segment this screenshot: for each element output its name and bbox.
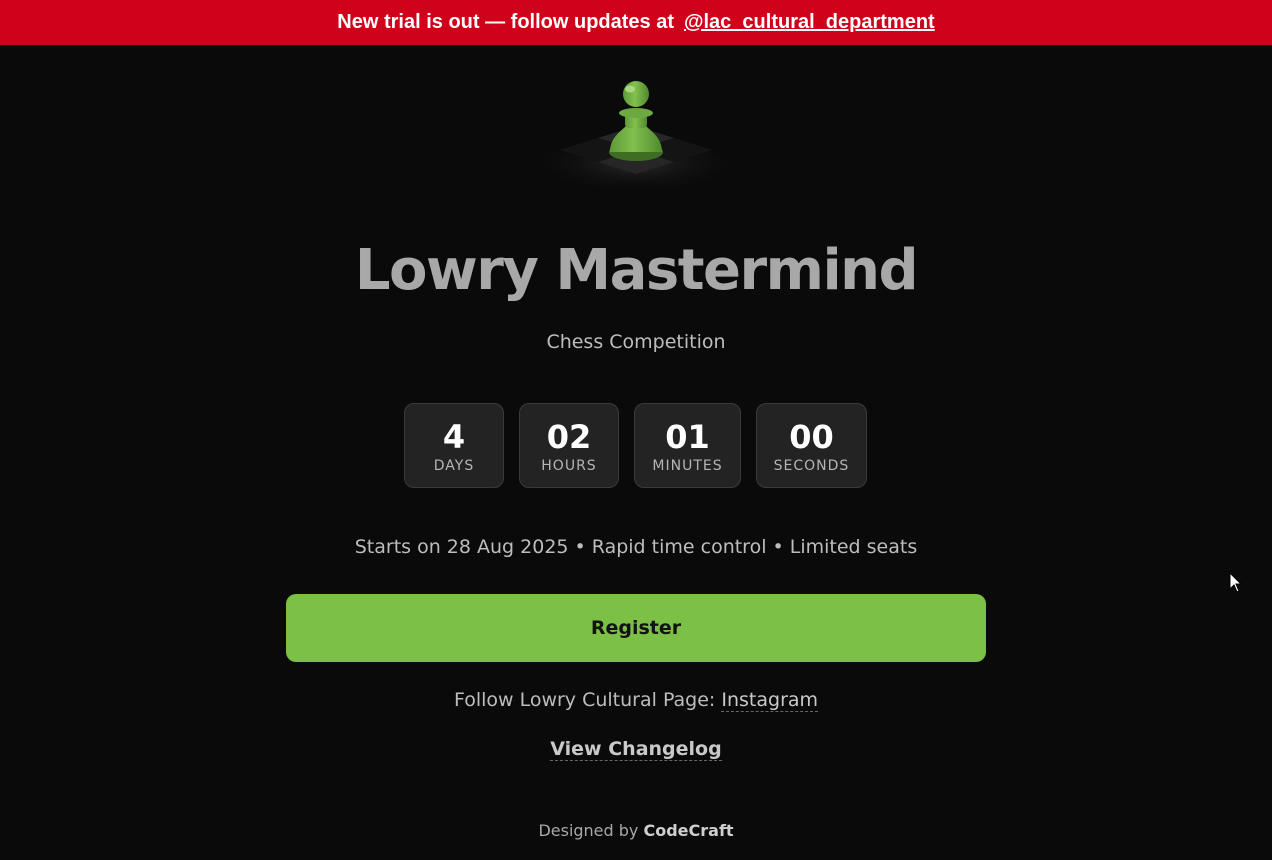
countdown-seconds: 00 SECONDS [756,403,867,488]
footer-brand: CodeCraft [643,821,734,840]
event-details: Starts on 28 Aug 2025 • Rapid time contr… [354,536,918,558]
register-button[interactable]: Register [286,594,986,662]
countdown-label: HOURS [541,457,597,474]
footer-prefix: Designed by [538,821,639,840]
instagram-link[interactable]: Instagram [721,689,819,712]
countdown-label: MINUTES [652,457,723,474]
countdown-value: 02 [546,417,592,456]
changelog-container: View Changelog [0,738,1272,761]
countdown-label: DAYS [433,457,475,474]
countdown-hours: 02 HOURS [519,403,619,488]
event-title: Lowry Mastermind [354,238,919,303]
follow-line: Follow Lowry Cultural Page: Instagram [0,689,1272,712]
footer-credit: Designed by CodeCraft [0,821,1272,840]
countdown-days: 4 DAYS [404,403,504,488]
mouse-cursor-icon [1229,572,1243,593]
instagram-handle-link[interactable]: @lac_cultural_department [684,11,935,34]
countdown-value: 00 [789,417,834,456]
announcement-banner: New trial is out — follow updates at @la… [0,0,1272,45]
announcement-text: New trial is out — follow updates at [337,11,674,33]
countdown-minutes: 01 MINUTES [634,403,741,488]
view-changelog-link[interactable]: View Changelog [550,738,722,761]
countdown-value: 01 [665,417,710,456]
chess-pawn-icon [528,81,744,194]
countdown-timer: 4 DAYS 02 HOURS 01 MINUTES 00 SECONDS [404,403,867,488]
countdown-value: 4 [442,417,466,456]
event-subtitle: Chess Competition [546,331,726,353]
countdown-label: SECONDS [773,457,850,474]
follow-text: Follow Lowry Cultural Page: [453,689,716,711]
